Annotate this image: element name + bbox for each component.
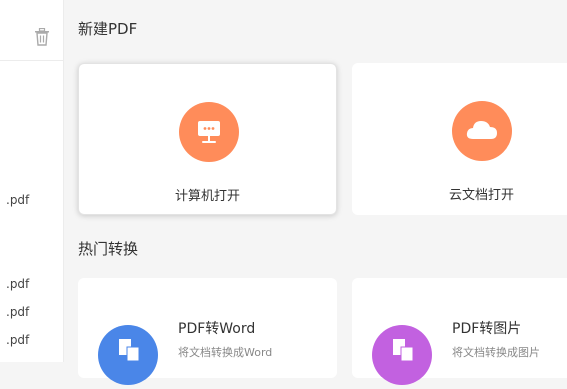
recent-file-item[interactable]: .pdf <box>0 331 63 349</box>
recent-file-item[interactable]: .pdf <box>0 275 63 293</box>
recent-file-item[interactable]: .pdf <box>0 303 63 321</box>
word-icon-circle <box>98 325 158 385</box>
cloud-icon-circle <box>452 101 512 161</box>
computer-icon <box>198 121 220 143</box>
recent-file-label: .pdf <box>6 305 30 319</box>
hot-convert-title: 热门转换 <box>78 240 139 258</box>
computer-icon-circle <box>179 102 239 162</box>
recent-file-label: .pdf <box>6 193 30 207</box>
pdf-to-image-card[interactable]: PDF转图片 将文档转换成图片 <box>352 278 567 385</box>
pdf-to-word-title: PDF转Word <box>178 321 256 337</box>
open-from-cloud-card[interactable]: 云文档打开 <box>352 63 567 215</box>
pdf-to-image-subtitle: 将文档转换成图片 <box>452 346 540 359</box>
image-convert-icon <box>393 339 414 362</box>
sidebar-header <box>0 0 63 61</box>
image-icon-circle <box>372 325 432 385</box>
cloud-icon <box>466 121 497 139</box>
word-convert-icon <box>119 339 140 362</box>
open-from-cloud-label: 云文档打开 <box>448 188 514 203</box>
file-sidebar: .pdf .pdf .pdf .pdf <box>0 0 64 362</box>
pdf-to-word-subtitle: 将文档转换成Word <box>178 346 273 359</box>
new-pdf-title: 新建PDF <box>78 20 138 38</box>
recent-file-item[interactable]: .pdf <box>0 191 63 209</box>
recent-file-label: .pdf <box>6 277 30 291</box>
pdf-to-image-title: PDF转图片 <box>452 321 522 337</box>
trash-icon[interactable] <box>34 28 50 46</box>
open-from-computer-card[interactable]: 计算机打开 <box>78 63 337 215</box>
pdf-to-word-card[interactable]: PDF转Word 将文档转换成Word <box>78 278 337 385</box>
recent-file-label: .pdf <box>6 333 30 347</box>
open-from-computer-label: 计算机打开 <box>174 189 240 204</box>
